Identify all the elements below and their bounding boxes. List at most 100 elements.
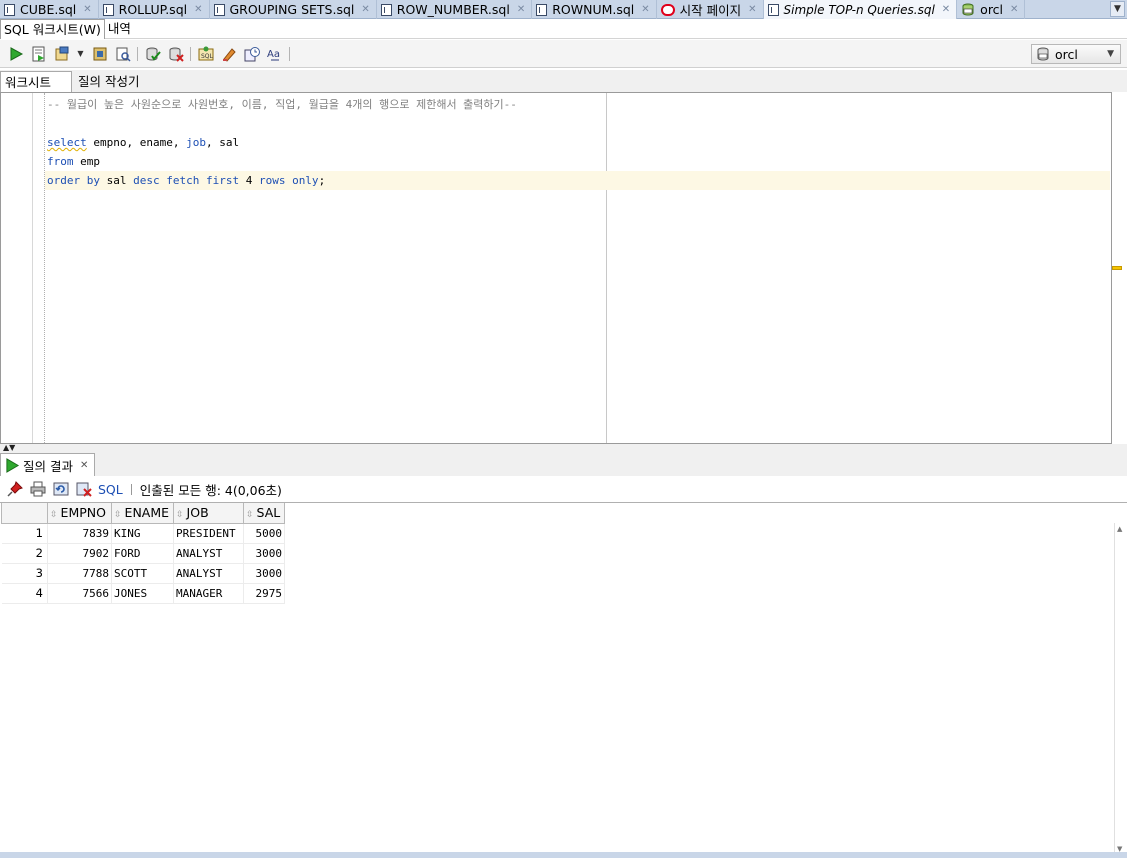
sql-file-icon (380, 3, 392, 16)
table-header-row: ⇳ EMPNO ⇳ ENAME ⇳ JOB ⇳ SAL (1, 503, 285, 524)
close-icon[interactable]: ✕ (80, 460, 88, 471)
toolbar-separator (137, 46, 138, 61)
row-number[interactable]: 3 (1, 563, 48, 584)
cell-job[interactable]: ANALYST (173, 543, 244, 564)
refresh-icon[interactable] (52, 481, 69, 498)
column-header-ename[interactable]: ⇳ ENAME (111, 503, 174, 524)
close-icon[interactable]: ✕ (194, 4, 202, 15)
sql-editor[interactable]: -- 월급이 높은 사원순으로 사원번호, 이름, 직업, 월급을 4개의 행으… (0, 92, 1112, 444)
cell-sal[interactable]: 3000 (243, 563, 285, 584)
cell-empno[interactable]: 7788 (47, 563, 112, 584)
close-icon[interactable]: ✕ (517, 4, 525, 15)
tab-simple-top-n-queries-sql[interactable]: Simple TOP-n Queries.sql ✕ (763, 0, 958, 19)
grid-vertical-scrollbar[interactable]: ▲ ▼ (1114, 523, 1126, 855)
cell-empno[interactable]: 7839 (47, 523, 112, 544)
cell-empno[interactable]: 7902 (47, 543, 112, 564)
editor-results-splitter[interactable]: ▲▼ (0, 444, 1127, 452)
row-number[interactable]: 1 (1, 523, 48, 544)
run-script-icon[interactable] (30, 45, 48, 63)
sql-tuning-icon[interactable] (114, 45, 132, 63)
cell-job[interactable]: ANALYST (173, 563, 244, 584)
sort-icon[interactable]: ⇳ (50, 510, 58, 520)
oracle-start-icon (660, 3, 675, 16)
result-table: ⇳ EMPNO ⇳ ENAME ⇳ JOB ⇳ SAL 1 7839 KING PRES… (1, 503, 285, 604)
line-gutter (1, 93, 33, 443)
sort-icon[interactable]: ⇳ (246, 510, 254, 520)
tab-grouping-sets-sql[interactable]: GROUPING SETS.sql ✕ (210, 0, 377, 19)
current-line-marker[interactable] (1112, 266, 1122, 270)
cell-sal[interactable]: 5000 (243, 523, 285, 544)
sort-icon[interactable]: ⇳ (114, 510, 122, 520)
cell-job[interactable]: PRESIDENT (173, 523, 244, 544)
run-statement-icon[interactable] (7, 45, 25, 63)
tab-query-builder[interactable]: 질의 작성기 (72, 71, 145, 92)
document-tab-strip: CUBE.sql ✕ ROLLUP.sql ✕ GROUPING SETS.sq… (0, 0, 1127, 19)
sort-icon[interactable]: ⇳ (176, 510, 184, 520)
cell-ename[interactable]: JONES (111, 583, 174, 604)
code-text: empno, ename, (86, 136, 187, 149)
sql-file-icon (4, 3, 15, 16)
tab-label: orcl (980, 2, 1004, 17)
to-upper-lower-icon[interactable]: Aa (266, 45, 284, 63)
connection-select[interactable]: orcl ▼ (1031, 44, 1121, 64)
keyword: desc fetch first (133, 174, 240, 187)
close-icon[interactable]: ✕ (83, 4, 91, 15)
results-tab-strip: 질의 결과 ✕ (0, 452, 1127, 476)
tab-row-number-sql[interactable]: ROW_NUMBER.sql ✕ (377, 0, 533, 19)
sql-link[interactable]: SQL (98, 482, 123, 497)
worksheet-toolbar: ▼ SQL Aa orcl ▼ (0, 40, 1127, 68)
print-icon[interactable] (29, 481, 46, 498)
clear-icon[interactable] (220, 45, 238, 63)
cell-empno[interactable]: 7566 (47, 583, 112, 604)
row-number[interactable]: 2 (1, 543, 48, 564)
rollback-icon[interactable] (167, 45, 185, 63)
tab-query-result[interactable]: 질의 결과 ✕ (0, 453, 96, 476)
close-icon[interactable]: ✕ (942, 4, 950, 15)
tab-orcl[interactable]: orcl ✕ (957, 0, 1026, 19)
commit-icon[interactable] (144, 45, 162, 63)
table-row[interactable]: 1 7839 KING PRESIDENT 5000 (1, 523, 285, 544)
autotrace-icon[interactable] (53, 45, 71, 63)
column-header-sal[interactable]: ⇳ SAL (243, 503, 285, 524)
connection-name: orcl (1055, 46, 1078, 62)
tab-label: 시작 페이지 (679, 3, 742, 18)
results-toolbar: SQL 인출된 모든 행: 4(0,06초) (0, 476, 1127, 502)
tab-label: ROW_NUMBER.sql (396, 2, 510, 17)
row-number[interactable]: 4 (1, 583, 48, 604)
tab-list-dropdown[interactable]: ▼ (1110, 1, 1125, 17)
cell-ename[interactable]: SCOTT (111, 563, 174, 584)
scroll-up-icon[interactable]: ▲ (1117, 525, 1122, 533)
tab-rollup-sql[interactable]: ROLLUP.sql ✕ (99, 0, 210, 19)
column-header-label: ENAME (124, 505, 170, 521)
tab-worksheet[interactable]: 워크시트 (0, 71, 72, 92)
splitter-arrows-icon[interactable]: ▲▼ (3, 444, 15, 452)
close-icon[interactable]: ✕ (1010, 4, 1018, 15)
cell-ename[interactable]: KING (111, 523, 174, 544)
autotrace-dropdown-icon[interactable]: ▼ (76, 45, 86, 63)
tab-history[interactable]: 내역 (105, 19, 134, 39)
editor-mode-tabs: 워크시트 질의 작성기 (0, 70, 1127, 92)
close-icon[interactable]: ✕ (748, 4, 756, 15)
pin-icon[interactable] (6, 481, 23, 498)
tab-sql-worksheet[interactable]: SQL 워크시트(W) (0, 18, 105, 39)
bottom-border (0, 852, 1127, 858)
unshared-sql-worksheet-icon[interactable]: SQL (197, 45, 215, 63)
sql-history-icon[interactable] (243, 45, 261, 63)
tab-start-page[interactable]: 시작 페이지 ✕ (657, 0, 764, 19)
table-row[interactable]: 2 7902 FORD ANALYST 3000 (1, 543, 285, 564)
close-icon[interactable]: ✕ (361, 4, 369, 15)
cancel-query-icon[interactable] (75, 481, 92, 498)
tab-cube-sql[interactable]: CUBE.sql ✕ (0, 0, 99, 19)
explain-plan-icon[interactable] (91, 45, 109, 63)
close-icon[interactable]: ✕ (641, 4, 649, 15)
column-header-empno[interactable]: ⇳ EMPNO (47, 503, 112, 524)
cell-sal[interactable]: 2975 (243, 583, 285, 604)
cell-ename[interactable]: FORD (111, 543, 174, 564)
sql-file-icon (536, 3, 548, 16)
cell-job[interactable]: MANAGER (173, 583, 244, 604)
column-header-job[interactable]: ⇳ JOB (173, 503, 244, 524)
tab-rownum-sql[interactable]: ROWNUM.sql ✕ (532, 0, 657, 19)
table-row[interactable]: 4 7566 JONES MANAGER 2975 (1, 583, 285, 604)
table-row[interactable]: 3 7788 SCOTT ANALYST 3000 (1, 563, 285, 584)
cell-sal[interactable]: 3000 (243, 543, 285, 564)
